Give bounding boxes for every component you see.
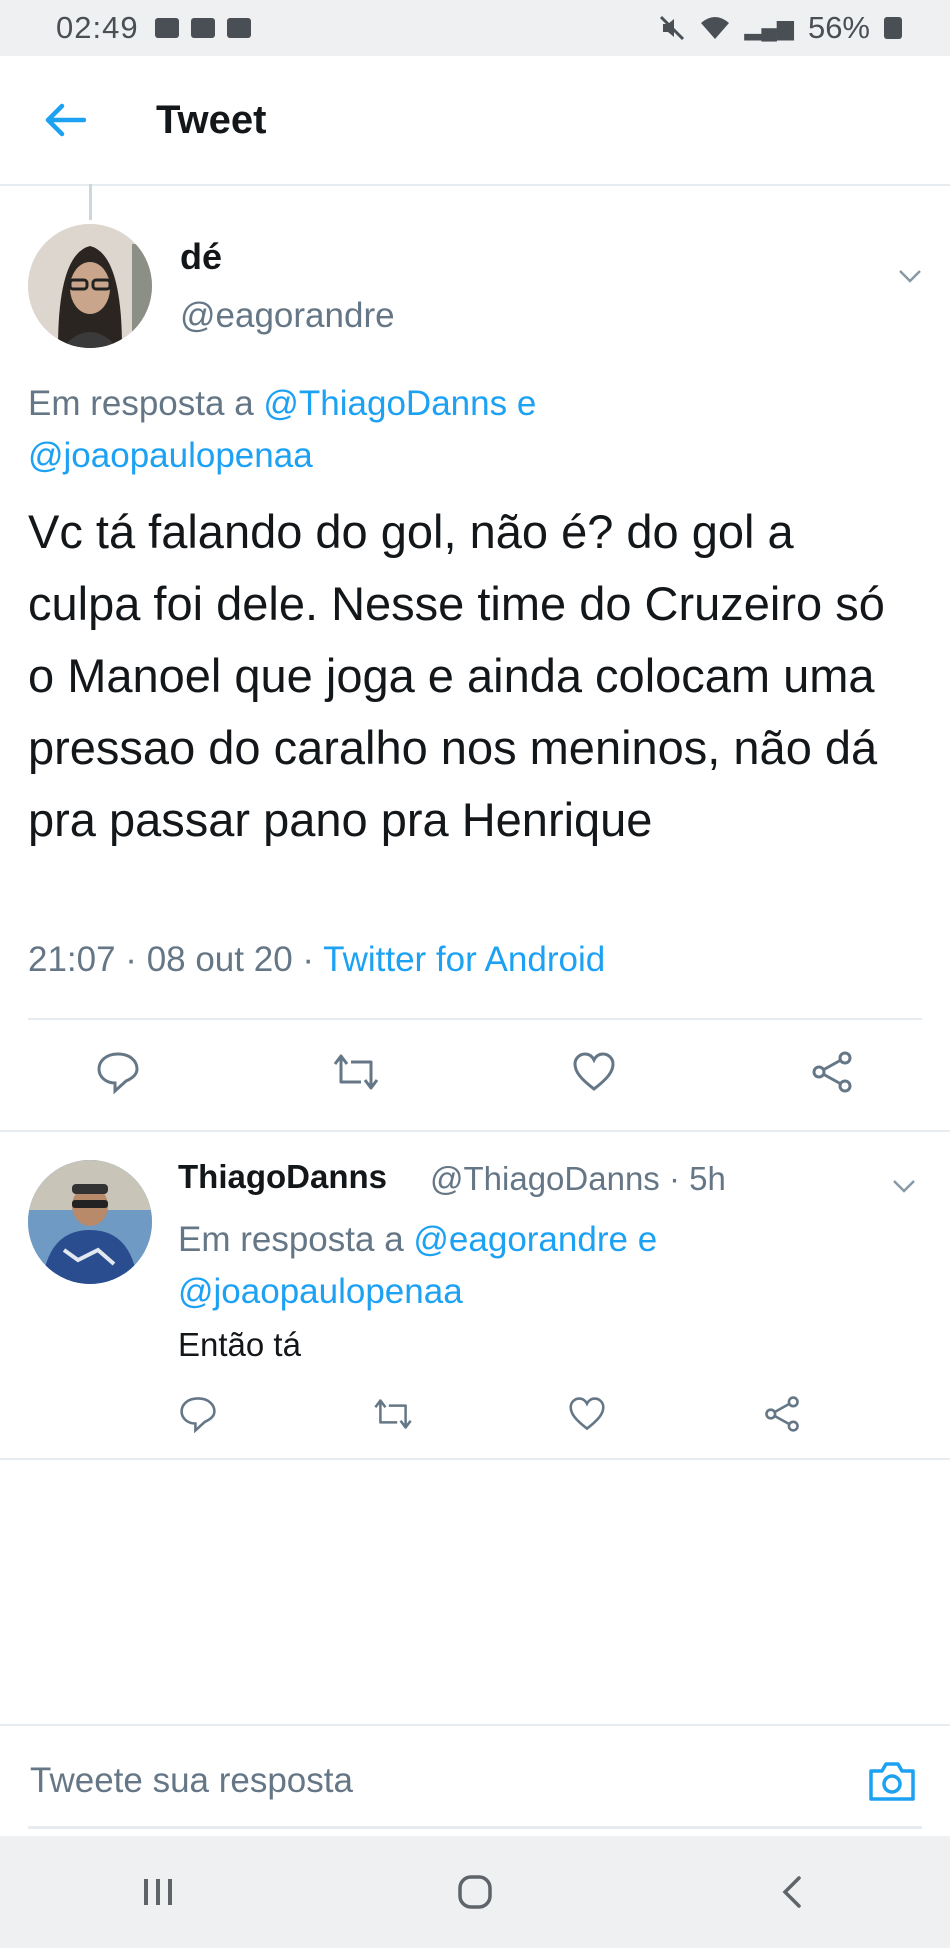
status-bar: 02:49 ▂▄▆ 56%	[0, 0, 950, 56]
author-handle[interactable]: @eagorandre	[180, 296, 395, 336]
tweet-actions	[170, 1386, 810, 1442]
compose-underline	[28, 1826, 922, 1829]
share-icon	[765, 1396, 799, 1432]
system-back-button[interactable]	[752, 1852, 832, 1932]
reply-compose-bar	[0, 1724, 950, 1836]
tweet-source-link[interactable]: Twitter for Android	[323, 940, 605, 979]
replying-to-conjunction: e	[507, 384, 537, 423]
like-button[interactable]	[559, 1386, 615, 1442]
replying-to-label: Em resposta a	[178, 1220, 414, 1259]
tweet-meta: 21:07 · 08 out 20 · Twitter for Android	[28, 940, 605, 980]
avatar-image	[28, 1160, 152, 1284]
battery-level: 56%	[807, 10, 870, 45]
signal-icon: ▂▄▆	[744, 15, 794, 40]
back-button[interactable]	[40, 95, 90, 145]
retweet-button[interactable]	[328, 1044, 384, 1100]
status-time: 02:49	[56, 10, 139, 45]
retweet-icon	[374, 1399, 412, 1429]
recent-apps-button[interactable]	[118, 1852, 198, 1932]
mention-link[interactable]: @ThiagoDanns	[263, 384, 507, 423]
tweet-options-button[interactable]	[884, 1166, 924, 1206]
folder-icon	[190, 18, 215, 38]
tweet-text: Vc tá falando do gol, não é? do gol a cu…	[28, 505, 885, 846]
share-button[interactable]	[804, 1044, 860, 1100]
image-icon	[154, 18, 179, 38]
replying-to: Em resposta a @ThiagoDanns e @joaopaulope…	[28, 378, 908, 482]
chevron-down-icon	[893, 1180, 915, 1193]
heart-icon	[573, 1052, 615, 1091]
tweet-timestamp: 21:07 · 08 out 20 ·	[28, 940, 324, 979]
app-notification-icon	[226, 18, 251, 38]
app-header: Tweet	[0, 56, 950, 186]
home-icon	[458, 1875, 492, 1909]
reply-button[interactable]	[90, 1044, 146, 1100]
divider	[28, 1018, 922, 1020]
battery-icon	[884, 17, 902, 39]
reply-input[interactable]	[28, 1760, 832, 1802]
author-name[interactable]: ThiagoDanns	[178, 1158, 387, 1196]
mention-link[interactable]: @eagorandre	[413, 1220, 628, 1259]
replying-to: Em resposta a @eagorandre e @joaopaulopen…	[178, 1214, 918, 1318]
comment-icon	[180, 1397, 216, 1433]
retweet-button[interactable]	[365, 1386, 421, 1442]
retweet-icon	[333, 1054, 379, 1090]
tweet-actions	[90, 1044, 860, 1100]
avatar[interactable]	[28, 224, 152, 348]
arrow-left-icon	[45, 103, 86, 137]
share-icon	[812, 1051, 852, 1093]
mention-link[interactable]: @joaopaulopenaa	[178, 1272, 463, 1311]
divider	[0, 1130, 950, 1132]
replying-to-label: Em resposta a	[28, 384, 264, 423]
comment-icon	[97, 1052, 139, 1094]
reply-button[interactable]	[170, 1386, 226, 1442]
avatar-image	[28, 224, 152, 348]
wifi-icon	[700, 17, 729, 39]
system-nav-bar	[0, 1836, 950, 1948]
divider	[0, 1458, 950, 1460]
page-title: Tweet	[156, 97, 267, 142]
camera-icon	[869, 1762, 915, 1801]
status-system-icons: ▂▄▆ 56%	[659, 10, 902, 46]
share-button[interactable]	[754, 1386, 810, 1442]
chevron-left-icon	[782, 1876, 801, 1908]
mute-icon	[659, 15, 684, 41]
status-notification-icons	[154, 18, 251, 38]
chevron-down-icon	[899, 270, 921, 283]
home-button[interactable]	[435, 1852, 515, 1932]
like-button[interactable]	[566, 1044, 622, 1100]
author-name[interactable]: dé	[180, 236, 222, 278]
avatar[interactable]	[28, 1160, 152, 1284]
thread-connector-line	[89, 184, 92, 220]
replying-to-conjunction: e	[627, 1220, 658, 1259]
heart-icon	[569, 1397, 605, 1431]
tweet-text: Então tá	[178, 1326, 301, 1363]
camera-button[interactable]	[864, 1753, 920, 1809]
author-handle-time: @ThiagoDanns · 5h	[430, 1160, 726, 1197]
tweet-options-button[interactable]	[890, 256, 930, 296]
mention-link[interactable]: @joaopaulopenaa	[28, 436, 313, 475]
recent-apps-icon	[144, 1879, 173, 1905]
